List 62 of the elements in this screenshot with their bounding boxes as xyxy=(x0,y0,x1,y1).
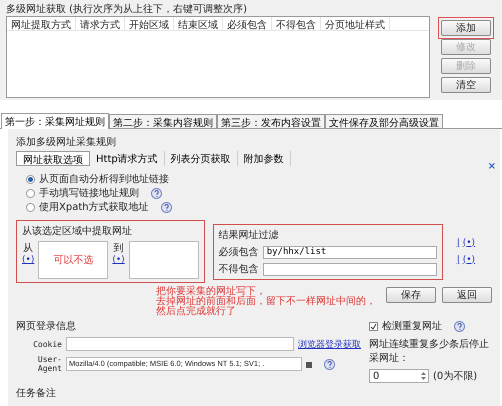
rules-table[interactable]: 网址提取方式 请求方式 开始区域 结束区域 必须包含 不得包含 分页地址样式 xyxy=(6,16,430,98)
start-region-field[interactable]: 可以不选 xyxy=(38,241,108,279)
pick-link[interactable]: (•) xyxy=(462,238,476,248)
tab[interactable]: Http请求方式 xyxy=(90,151,165,166)
column-header[interactable]: 请求方式 xyxy=(76,17,125,30)
group-title: 结果网址过滤 xyxy=(218,228,280,242)
radio-button[interactable] xyxy=(26,188,35,198)
action-button[interactable]: 添加 xyxy=(441,20,491,36)
cookie-field[interactable] xyxy=(66,337,294,351)
column-header[interactable]: 网址提取方式 xyxy=(7,17,76,30)
to-label: 到 xyxy=(114,242,124,255)
annotation-text: 把你要采集的网址写下， 去掉网址的前面和后面，留下不一样网址中间的， 然后点完成就行了 xyxy=(156,287,376,317)
tab[interactable]: 附加参数 xyxy=(238,151,291,166)
end-region-field[interactable] xyxy=(128,241,199,279)
column-header[interactable]: 开始区域 xyxy=(125,17,174,30)
field-label: Cookie xyxy=(32,340,62,348)
number-spinner[interactable]: 0 xyxy=(369,369,429,383)
group-title: 从该选定区域中提取网址 xyxy=(22,224,133,238)
help-icon[interactable] xyxy=(160,202,172,212)
tab[interactable]: 文件保存及部分高级设置 xyxy=(325,114,443,128)
input-field[interactable] xyxy=(262,262,437,276)
close-icon[interactable]: × xyxy=(488,161,496,172)
column-header[interactable]: 结束区域 xyxy=(174,17,223,30)
tab[interactable]: 第二步：采集内容规则 xyxy=(109,114,217,128)
pick-link[interactable]: (•) xyxy=(22,255,34,265)
from-label: 从 xyxy=(23,242,34,255)
input-field[interactable]: by/hhx/list xyxy=(262,246,437,258)
action-button[interactable]: 清空 xyxy=(441,77,491,93)
column-header[interactable]: 分页地址样式 xyxy=(321,17,390,30)
option-label: 手动填写链接地址规则 xyxy=(39,186,139,200)
separator-link[interactable]: | xyxy=(456,238,460,248)
checkbox[interactable] xyxy=(369,322,378,330)
pick-link[interactable]: (•) xyxy=(462,254,476,264)
tab[interactable]: 列表分页获取 xyxy=(164,151,238,166)
radio-button[interactable] xyxy=(26,202,35,212)
separator-link[interactable]: | xyxy=(456,254,460,264)
dialog-button[interactable]: 保存 xyxy=(386,287,436,303)
tab[interactable]: 第一步：采集网址规则 xyxy=(1,113,109,129)
radio-button[interactable] xyxy=(26,174,35,184)
option-label: 从页面自动分析得到地址链接 xyxy=(39,172,169,186)
group-title: 多级网址获取 (执行次序为从上往下，右键可调整次序) xyxy=(6,4,248,16)
annotation-text: 可以不选 xyxy=(53,254,94,267)
pick-link[interactable]: (•) xyxy=(112,255,125,265)
help-icon[interactable] xyxy=(324,358,335,370)
field-label: 不得包含 xyxy=(218,262,259,276)
option-label: 使用Xpath方式获取地址 xyxy=(39,200,149,214)
help-icon[interactable] xyxy=(454,320,465,332)
hint-text: (0为不限) xyxy=(433,370,478,383)
help-icon[interactable] xyxy=(151,188,162,198)
dialog-button[interactable]: 返回 xyxy=(442,287,492,303)
panel-title: 添加多级网址采集规则 xyxy=(16,136,117,149)
field-label: User-Agent xyxy=(36,355,62,373)
field-label: 必须包含 xyxy=(218,246,259,259)
tab[interactable]: 网址获取选项 xyxy=(16,151,90,166)
checkbox-label: 检测重复网址 xyxy=(382,320,442,333)
group-title: 网页登录信息 xyxy=(16,320,77,333)
tab[interactable]: 第三步：发布内容设置 xyxy=(217,114,325,128)
field-label: 网址连续重复多少条后停止采网址： xyxy=(369,338,490,365)
group-title: 任务备注 xyxy=(16,386,57,400)
browser-login-link[interactable]: 浏览器登录获取 xyxy=(298,338,361,350)
column-header[interactable]: 不得包含 xyxy=(272,17,321,30)
column-header[interactable]: 必须包含 xyxy=(223,17,272,30)
